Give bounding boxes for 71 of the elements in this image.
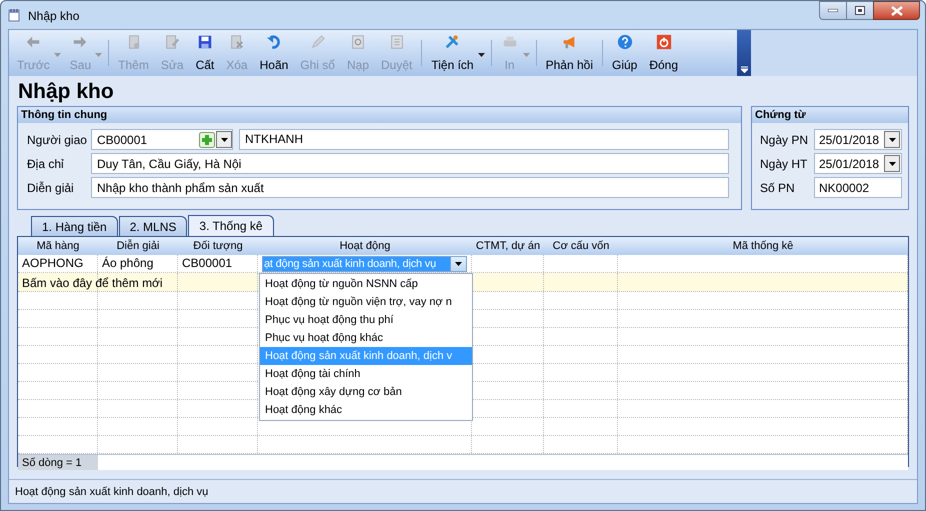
field-label: Người giao bbox=[27, 132, 88, 148]
description-field[interactable]: Nhập kho thành phẩm sản xuất bbox=[91, 177, 729, 198]
dropdown-option[interactable]: Hoạt động từ nguồn NSNN cấp bbox=[260, 275, 472, 293]
date-field[interactable]: 25/01/2018 bbox=[814, 153, 902, 174]
table-cell: CB00001 bbox=[182, 256, 232, 270]
column-header[interactable]: CTMT, dự án bbox=[472, 237, 544, 255]
toolbar-button[interactable]: Giúp bbox=[606, 30, 644, 74]
panel-title: Chứng từ bbox=[752, 107, 908, 123]
row-count: Số dòng = 1 bbox=[18, 455, 98, 470]
dropdown-option[interactable]: Hoạt động tài chính bbox=[260, 365, 472, 383]
caret-icon bbox=[95, 53, 102, 57]
close-icon bbox=[890, 6, 902, 16]
dropdown-button[interactable] bbox=[884, 155, 900, 172]
dropdown-option[interactable]: Hoạt động xây dựng cơ bản bbox=[260, 383, 472, 401]
table-cell: AOPHONG bbox=[22, 256, 84, 270]
dropdown-option[interactable]: Phục vụ hoạt động khác bbox=[260, 329, 472, 347]
dropdown-button[interactable] bbox=[450, 257, 466, 271]
minimize-button[interactable] bbox=[819, 1, 847, 20]
overflow-icon bbox=[740, 66, 748, 73]
toolbar-button[interactable]: Tiện ích bbox=[425, 30, 488, 74]
maximize-icon bbox=[855, 6, 865, 15]
dropdown-button[interactable] bbox=[884, 131, 900, 148]
page-heading: Nhập kho bbox=[18, 79, 115, 105]
column-header[interactable]: Mã hàng bbox=[18, 237, 98, 255]
help-icon bbox=[616, 34, 634, 50]
undo-icon bbox=[264, 34, 283, 50]
field-label: Ngày HT bbox=[760, 156, 808, 172]
deliverer-name-field[interactable]: NTKHANH bbox=[239, 129, 729, 150]
column-header[interactable]: Đối tượng bbox=[178, 237, 258, 255]
toolbar-overflow-button[interactable] bbox=[737, 30, 751, 76]
caret-icon bbox=[455, 262, 462, 266]
caret-icon bbox=[888, 138, 896, 142]
field-label: Ngày PN bbox=[760, 132, 810, 148]
field-label: Số PN bbox=[760, 180, 796, 196]
toolbar-button[interactable]: Đóng bbox=[643, 30, 684, 74]
caret-icon bbox=[220, 138, 228, 142]
close-button[interactable] bbox=[873, 1, 920, 20]
caret-icon bbox=[888, 162, 896, 166]
toolbar-button[interactable]: Hoãn bbox=[254, 30, 294, 74]
maximize-button[interactable] bbox=[847, 1, 873, 20]
edit-document-icon bbox=[163, 34, 182, 50]
address-field[interactable]: Duy Tân, Cầu Giấy, Hà Nội bbox=[91, 153, 729, 174]
column-header[interactable]: Hoạt động bbox=[258, 237, 472, 255]
tab[interactable]: 2. MLNS bbox=[118, 216, 188, 236]
column-header[interactable]: Cơ cấu vốn bbox=[544, 237, 618, 255]
text-field[interactable]: NK00002 bbox=[814, 177, 902, 198]
tab[interactable]: 3. Thống kê bbox=[188, 215, 274, 236]
add-row-prompt[interactable]: Bấm vào đây để thêm mới bbox=[22, 274, 163, 292]
dropdown-option[interactable]: Hoạt động khác bbox=[260, 401, 472, 419]
toolbar-button[interactable]: Phản hồi bbox=[540, 30, 599, 74]
date-field[interactable]: 25/01/2018 bbox=[814, 129, 902, 150]
table-cell: Áo phông bbox=[102, 256, 154, 270]
caret-icon bbox=[522, 53, 530, 57]
dropdown-option[interactable]: Phục vụ hoạt động thu phí bbox=[260, 311, 472, 329]
window-title: Nhập kho bbox=[28, 8, 80, 25]
minimize-icon bbox=[828, 9, 838, 12]
column-header[interactable]: Mã thống kê bbox=[618, 237, 908, 255]
caret-icon bbox=[54, 53, 61, 57]
panel-title: Thông tin chung bbox=[18, 107, 741, 123]
notepad-icon bbox=[7, 8, 21, 22]
power-icon bbox=[654, 34, 673, 50]
field-label: Diễn giải bbox=[27, 180, 75, 196]
tab[interactable]: 1. Hàng tiền bbox=[31, 216, 118, 236]
deliverer-code-combo[interactable]: CB00001 bbox=[91, 129, 233, 150]
combo-value: CB00001 bbox=[97, 132, 148, 148]
caret-icon bbox=[478, 53, 485, 57]
dropdown-button[interactable] bbox=[216, 131, 232, 148]
dropdown-option[interactable]: Hoạt động từ nguồn viện trợ, vay nợ n bbox=[260, 293, 472, 311]
toolbar-button[interactable]: Cất bbox=[190, 30, 220, 74]
field-label: Địa chỉ bbox=[27, 156, 65, 172]
column-header[interactable]: Diễn giải bbox=[98, 237, 178, 255]
